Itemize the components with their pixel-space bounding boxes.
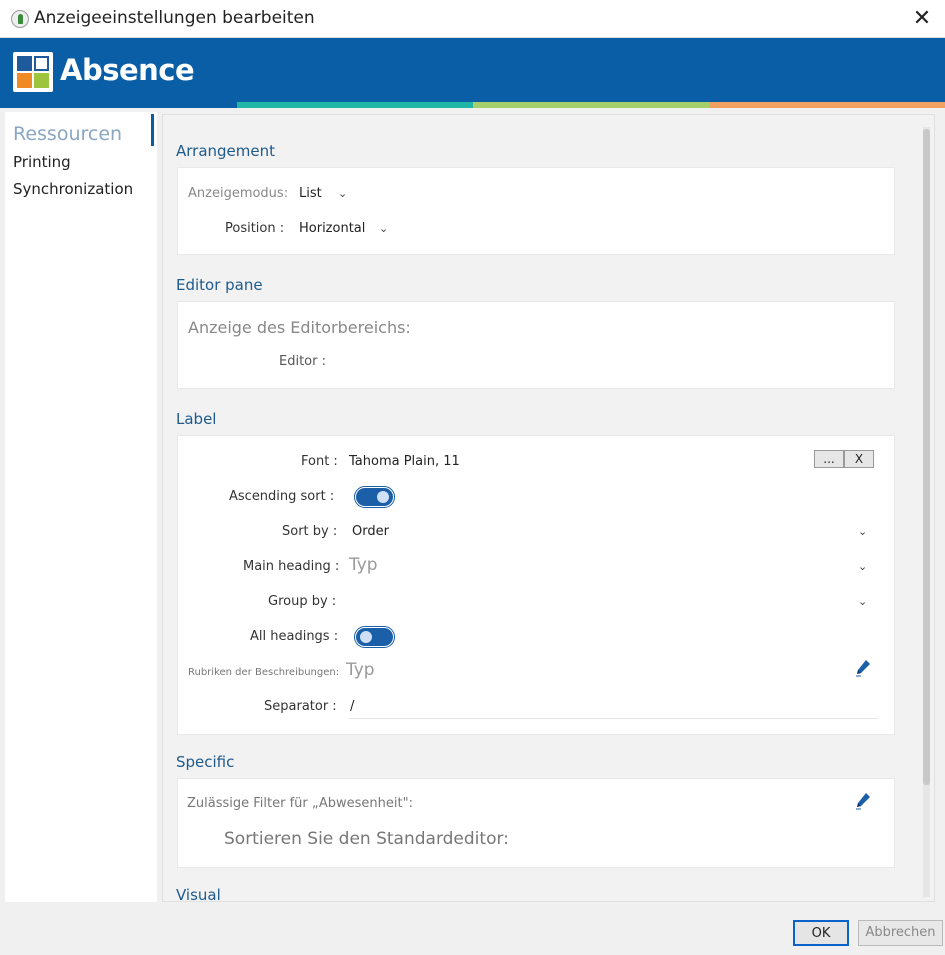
sidebar: Ressourcen Printing Synchronization (5, 112, 157, 902)
editor-pane-heading: Anzeige des Editorbereichs: (188, 318, 411, 337)
font-browse-button[interactable]: ... (814, 450, 844, 468)
chevron-down-icon[interactable]: ⌄ (338, 187, 347, 200)
close-icon[interactable]: ✕ (907, 4, 937, 34)
position-select[interactable]: Horizontal (299, 221, 365, 236)
banner-stripe (237, 102, 473, 108)
font-clear-button[interactable]: X (844, 450, 874, 468)
label-panel: Font : Tahoma Plain, 11 ... X Ascending … (177, 435, 895, 735)
pencil-icon[interactable] (855, 659, 871, 677)
specific-panel: Zulässige Filter für „Abwesenheit": Sort… (177, 778, 895, 868)
main-heading-label: Main heading : (243, 559, 340, 574)
all-headings-toggle[interactable] (354, 626, 395, 648)
absence-logo-icon (13, 52, 53, 92)
brand-banner: Absence (0, 38, 945, 108)
ok-button[interactable]: OK (793, 920, 849, 946)
display-mode-label: Anzeigemodus: (188, 186, 289, 201)
filters-label: Zulässige Filter für „Abwesenheit": (187, 796, 413, 811)
editor-label: Editor : (279, 354, 326, 369)
default-editor-label: Sortieren Sie den Standardeditor: (224, 829, 509, 849)
position-label: Position : (225, 221, 285, 236)
banner-stripe (709, 102, 945, 108)
display-mode-select[interactable]: List (299, 186, 322, 201)
ascending-sort-label: Ascending sort : (229, 489, 335, 504)
scrollbar-thumb[interactable] (923, 129, 930, 785)
sort-by-label: Sort by : (282, 524, 338, 539)
font-label: Font : (301, 454, 338, 469)
pencil-icon[interactable] (855, 792, 871, 810)
brand-name: Absence (60, 53, 195, 87)
separator-input[interactable]: / (350, 699, 354, 714)
sort-by-select[interactable]: Order (352, 524, 389, 539)
window-title: Anzeigeeinstellungen bearbeiten (34, 8, 315, 28)
desc-headings-input[interactable]: Typ (346, 660, 375, 680)
separator-label: Separator : (264, 699, 337, 714)
separator-underline (349, 718, 878, 719)
window-titlebar: Anzeigeeinstellungen bearbeiten ✕ (0, 0, 945, 38)
group-by-label: Group by : (268, 594, 337, 609)
settings-content: Arrangement Anzeigemodus: List ⌄ Positio… (162, 114, 935, 902)
cancel-button[interactable]: Abbrechen (858, 920, 943, 946)
chevron-down-icon[interactable]: ⌄ (858, 560, 867, 573)
chevron-down-icon[interactable]: ⌄ (858, 525, 867, 538)
chevron-down-icon[interactable]: ⌄ (858, 595, 867, 608)
font-value: Tahoma Plain, 11 (349, 454, 460, 469)
sidebar-item-synchronization[interactable]: Synchronization (13, 180, 133, 198)
chevron-down-icon[interactable]: ⌄ (379, 222, 388, 235)
all-headings-label: All headings : (250, 629, 339, 644)
sidebar-item-ressourcen[interactable]: Ressourcen (13, 123, 122, 145)
group-by-select[interactable] (352, 594, 842, 610)
sidebar-item-printing[interactable]: Printing (13, 153, 71, 171)
desc-headings-label: Rubriken der Beschreibungen: (188, 667, 340, 678)
app-icon (11, 10, 29, 28)
section-title-arrangement: Arrangement (176, 142, 276, 160)
section-title-editor-pane: Editor pane (176, 276, 263, 294)
active-item-marker (151, 114, 154, 146)
ascending-sort-toggle[interactable] (354, 486, 395, 508)
banner-stripe (0, 102, 237, 108)
editor-pane-panel: Anzeige des Editorbereichs: Editor : (177, 301, 895, 389)
arrangement-panel: Anzeigemodus: List ⌄ Position : Horizont… (177, 167, 895, 255)
section-title-specific: Specific (176, 753, 235, 771)
section-title-visual: Visual (176, 886, 221, 902)
section-title-label: Label (176, 410, 217, 428)
main-heading-select[interactable]: Typ (349, 555, 378, 575)
banner-stripe (473, 102, 709, 108)
